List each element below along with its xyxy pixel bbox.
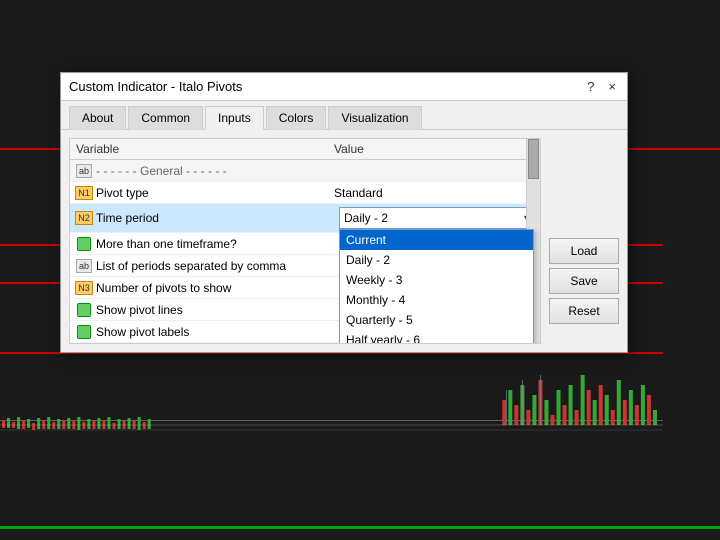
dialog-controls: ? × bbox=[584, 79, 619, 94]
candle-chart-area bbox=[0, 370, 663, 480]
time-period-label: Time period bbox=[96, 211, 339, 225]
row-icon-ab2: ab bbox=[76, 259, 92, 273]
load-button[interactable]: Load bbox=[549, 238, 619, 264]
dropdown-select[interactable]: Daily - 2 ▾ bbox=[339, 207, 534, 229]
dropdown-item[interactable]: Half yearly - 6 bbox=[340, 330, 533, 344]
dropdown-item[interactable]: Current bbox=[340, 230, 533, 250]
dialog-titlebar: Custom Indicator - Italo Pivots ? × bbox=[61, 73, 627, 101]
scrollbar-thumb[interactable] bbox=[528, 139, 539, 179]
pivot-type-value: Standard bbox=[334, 186, 534, 200]
tab-visualization[interactable]: Visualization bbox=[328, 106, 421, 130]
tab-common[interactable]: Common bbox=[128, 106, 203, 130]
table-row-time-period: N2 Time period Daily - 2 ▾ Current Daily… bbox=[70, 204, 540, 233]
close-button[interactable]: × bbox=[605, 79, 619, 94]
chart-line-green-bottom bbox=[0, 526, 720, 529]
table-row: N1 Pivot type Standard bbox=[70, 182, 540, 204]
dropdown-item[interactable]: Weekly - 3 bbox=[340, 270, 533, 290]
reset-button[interactable]: Reset bbox=[549, 298, 619, 324]
dropdown-item[interactable]: Daily - 2 bbox=[340, 250, 533, 270]
buttons-column: Load Save Reset bbox=[549, 138, 619, 344]
row-icon-n1: N1 bbox=[76, 186, 92, 200]
help-button[interactable]: ? bbox=[584, 79, 597, 94]
tab-inputs[interactable]: Inputs bbox=[205, 106, 264, 130]
tabs-bar: About Common Inputs Colors Visualization bbox=[61, 101, 627, 130]
row-icon-bool1 bbox=[76, 237, 92, 251]
row-icon-bool2 bbox=[76, 303, 92, 317]
col-value-header: Value bbox=[334, 142, 534, 156]
inputs-table: Variable Value ab - - - - - - General - … bbox=[69, 138, 541, 344]
tab-about[interactable]: About bbox=[69, 106, 126, 130]
dropdown-selected-value: Daily - 2 bbox=[344, 211, 388, 225]
dropdown-item[interactable]: Quarterly - 5 bbox=[340, 310, 533, 330]
pivot-type-label: Pivot type bbox=[96, 186, 334, 200]
table-header: Variable Value bbox=[70, 139, 540, 160]
dialog-content: Variable Value ab - - - - - - General - … bbox=[61, 130, 627, 352]
dropdown-item[interactable]: Monthly - 4 bbox=[340, 290, 533, 310]
dialog-title: Custom Indicator - Italo Pivots bbox=[69, 79, 242, 94]
dropdown-list: Current Daily - 2 Weekly - 3 Monthly - 4… bbox=[339, 229, 534, 344]
tab-colors[interactable]: Colors bbox=[266, 106, 327, 130]
dialog: Custom Indicator - Italo Pivots ? × Abou… bbox=[60, 72, 628, 353]
row-icon-bool3 bbox=[76, 325, 92, 339]
row-icon-n2: N2 bbox=[76, 211, 92, 225]
col-variable-header: Variable bbox=[76, 142, 334, 156]
save-button[interactable]: Save bbox=[549, 268, 619, 294]
time-period-dropdown[interactable]: Daily - 2 ▾ Current Daily - 2 Weekly - 3… bbox=[339, 207, 534, 229]
row-icon-n3: N3 bbox=[76, 281, 92, 295]
section-general-label: - - - - - - General - - - - - - bbox=[96, 164, 534, 178]
row-icon-ab: ab bbox=[76, 164, 92, 178]
table-row: ab - - - - - - General - - - - - - bbox=[70, 160, 540, 182]
